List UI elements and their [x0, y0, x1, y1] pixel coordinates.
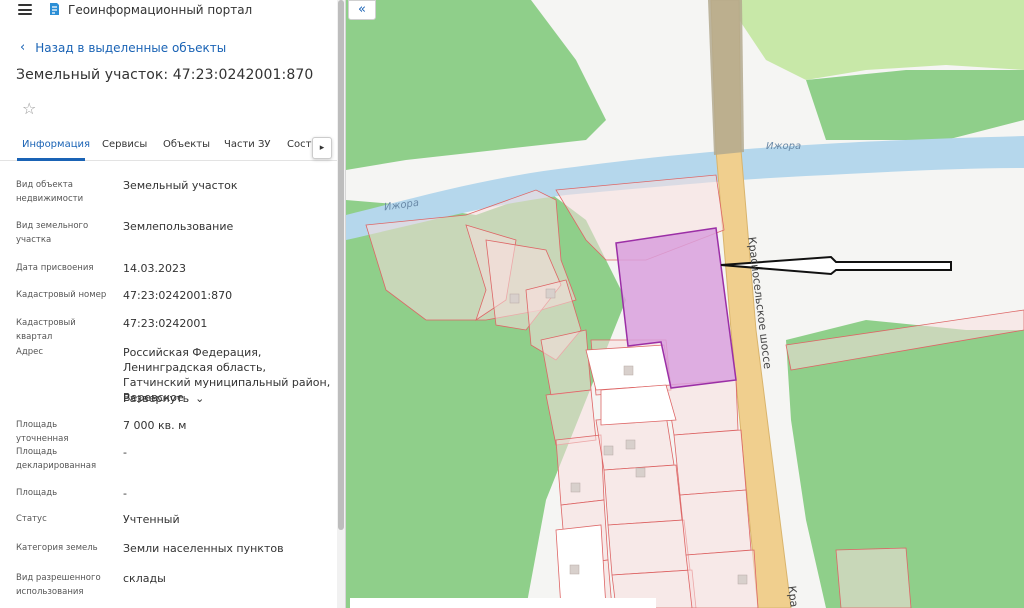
- page-title: Земельный участок: 47:23:0242001:870: [16, 67, 314, 83]
- property-label: Площадь уточненная: [16, 420, 69, 444]
- property-value: 47:23:0242001:870: [123, 289, 233, 302]
- back-link-label: Назад в выделенные объекты: [35, 40, 227, 55]
- map-canvas[interactable]: [346, 0, 1024, 608]
- property-value: 14.03.2023: [123, 262, 186, 275]
- expand-address-link[interactable]: Развернуть ⌄: [123, 391, 333, 406]
- property-value: Землепользование: [123, 220, 234, 233]
- property-label: Дата присвоения: [16, 263, 94, 273]
- tabs-next-button[interactable]: ▸: [312, 137, 332, 159]
- top-bar: Геоинформационный портал: [0, 0, 345, 20]
- property-value: -: [123, 487, 127, 500]
- property-label: Кадастровый номер: [16, 290, 107, 300]
- property-label: Площадь декларированная: [16, 447, 97, 471]
- property-label: Статус: [16, 514, 47, 524]
- expand-label: Развернуть: [123, 392, 190, 405]
- back-to-selected-link[interactable]: ‹ Назад в выделенные объекты: [20, 40, 226, 55]
- chevron-down-icon: ⌄: [195, 392, 205, 405]
- property-value: Учтенный: [123, 513, 180, 526]
- tab-objects[interactable]: Объекты: [163, 139, 210, 150]
- active-tab-indicator: [17, 158, 85, 161]
- road-label-bottom: Кра: [785, 585, 801, 608]
- bridge: [708, 0, 744, 155]
- property-value: Земельный участок: [123, 179, 238, 192]
- river-label: Ижора: [766, 141, 802, 152]
- property-label: Кадастровый квартал: [16, 318, 76, 342]
- chevron-left-icon: ‹: [20, 40, 26, 55]
- property-label: Площадь: [16, 488, 58, 498]
- favorite-star-icon[interactable]: ☆: [22, 99, 36, 118]
- property-value: 7 000 кв. м: [123, 419, 187, 432]
- property-value: склады: [123, 572, 166, 585]
- map-view[interactable]: Ижора Ижора Красносельское шоссе Кра: [346, 0, 1024, 608]
- menu-icon[interactable]: [18, 4, 32, 15]
- collapse-panel-button[interactable]: «: [348, 0, 376, 20]
- tab-bar: Информация Сервисы Объекты Части ЗУ Сост…: [0, 131, 345, 161]
- tab-parcel-parts[interactable]: Части ЗУ: [224, 139, 271, 150]
- tab-information[interactable]: Информация: [22, 139, 90, 150]
- property-label: Адрес: [16, 347, 43, 357]
- tab-services[interactable]: Сервисы: [102, 139, 147, 150]
- app-title: Геоинформационный портал: [68, 3, 253, 17]
- property-label: Вид земельного участка: [16, 221, 89, 245]
- info-panel: Геоинформационный портал ‹ Назад в выдел…: [0, 0, 346, 608]
- property-value: 47:23:0242001: [123, 317, 208, 330]
- property-value: -: [123, 446, 127, 459]
- panel-scrollbar-thumb[interactable]: [338, 0, 344, 530]
- portal-logo-icon: [50, 3, 59, 15]
- property-value: Земли населенных пунктов: [123, 542, 284, 555]
- property-label: Категория земель: [16, 543, 98, 553]
- map-scale-bar: [350, 598, 656, 608]
- property-label: Вид объекта недвижимости: [16, 180, 84, 204]
- property-label: Вид разрешенного использования: [16, 573, 101, 597]
